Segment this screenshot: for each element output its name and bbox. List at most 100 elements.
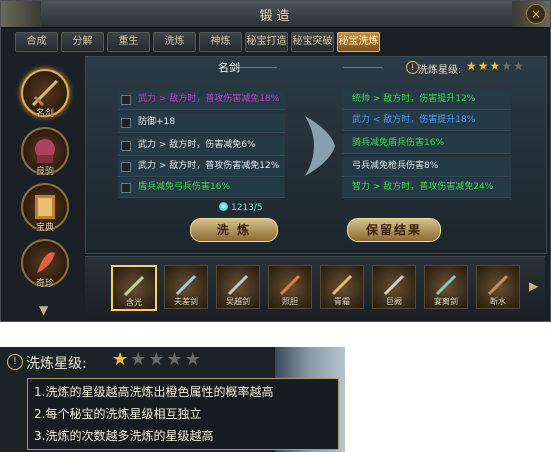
star-empty-icon: ★ <box>130 349 149 370</box>
item-label: 巨阙 <box>386 297 402 306</box>
sword-icon <box>123 275 145 297</box>
star-empty-icon: ★ <box>166 349 185 370</box>
attr-text: 武力 > 敌方时，普攻伤害减免12% <box>138 161 280 171</box>
tab-decompose[interactable]: 分解 <box>61 32 104 52</box>
attr-text: 统帅 > 敌方时，伤害提升12% <box>352 94 476 104</box>
category-sidebar: 名剑 良驹 宝典 奇珍 ▼ <box>11 61 81 321</box>
star-rating: ★★★★★ <box>466 59 525 73</box>
title-divider-left <box>237 67 277 68</box>
title-bar: 锻造 × <box>1 1 550 28</box>
right-attr-row: 统帅 > 敌方时，伤害提升12% <box>342 90 511 110</box>
attr-text: 防御+18 <box>138 117 175 127</box>
right-attr-row: 骑兵减免盾兵伤害16% <box>342 134 511 154</box>
tooltip-star-label: 洗炼星级: <box>26 356 87 372</box>
sword-icon <box>279 274 301 296</box>
window-title: 锻造 <box>259 9 294 24</box>
item-slot[interactable]: 青霜 <box>320 265 364 309</box>
tab-bar: 合成 分解 重生 洗炼 神炼 秘宝打造 秘宝突破 秘宝洗炼 <box>15 32 380 52</box>
right-attr-row: 弓兵减免枪兵伤害8% <box>342 157 511 177</box>
sword-icon <box>435 274 457 296</box>
star-filled-icon: ★ <box>477 59 490 73</box>
attr-text: 弓兵减免枪兵伤害8% <box>352 161 439 171</box>
sword-icon <box>227 274 249 296</box>
tab-treasure-breakthrough[interactable]: 秘宝突破 <box>291 32 334 52</box>
sword-icon <box>331 274 353 296</box>
sword-icon <box>487 274 509 296</box>
category-label: 宝典 <box>35 223 54 233</box>
item-slot[interactable]: 含光 <box>111 265 157 311</box>
lock-checkbox[interactable] <box>121 141 131 151</box>
attr-text: 盾兵减免弓兵伤害16% <box>138 182 231 192</box>
left-attr-row[interactable]: 武力 > 敌方时，伤害减免6% <box>118 136 285 156</box>
tooltip-text-box: 1.洗炼的星级越高洗炼出橙色属性的概率越高 2.每个秘宝的洗炼星级相互独立 3.… <box>27 378 339 450</box>
star-filled-icon: ★ <box>489 59 502 73</box>
info-icon: ! <box>7 354 23 370</box>
close-icon[interactable]: × <box>526 4 546 24</box>
item-slot[interactable]: 宴离剑 <box>424 265 468 309</box>
tab-treasure-refine[interactable]: 秘宝洗炼 <box>337 32 380 52</box>
weapon-name: 名剑 <box>218 61 240 74</box>
tooltip-star-rating: ★★★★★ <box>112 349 203 370</box>
item-label: 断水 <box>490 297 506 306</box>
tab-compose[interactable]: 合成 <box>15 32 58 52</box>
left-attr-row[interactable]: 盾兵减免弓兵伤害16% <box>118 178 285 198</box>
item-slot[interactable]: 照胆 <box>268 265 312 309</box>
right-attr-row: 武力 < 敌方时，伤害提升18% <box>342 111 511 131</box>
refine-cost: 1213/5 <box>231 203 263 213</box>
item-label: 夫差剑 <box>174 297 198 306</box>
item-slot[interactable]: 吴越剑 <box>216 265 260 309</box>
star-empty-icon: ★ <box>501 59 514 73</box>
chevron-down-icon[interactable]: ▼ <box>39 303 48 317</box>
category-label: 奇珍 <box>35 279 54 289</box>
item-label: 吴越剑 <box>226 297 250 306</box>
item-slot[interactable]: 断水 <box>476 265 520 309</box>
attr-text: 武力 < 敌方时，伤害提升18% <box>352 115 476 125</box>
item-label: 照胆 <box>282 297 298 306</box>
item-label: 宴离剑 <box>434 297 458 306</box>
tab-rebirth[interactable]: 重生 <box>107 32 150 52</box>
category-label: 良驹 <box>35 167 54 177</box>
tooltip-line: 3.洗炼的次数越多洗炼的星级越高 <box>34 429 214 443</box>
sword-icon <box>383 274 405 296</box>
right-arrow-icon <box>305 116 335 176</box>
left-attr-row[interactable]: 武力 > 敌方时，普攻伤害减免12% <box>118 157 285 177</box>
chevron-right-icon[interactable]: ▶ <box>529 279 538 293</box>
left-attr-row[interactable]: 武力 > 敌方时，普攻伤害减免18% <box>118 90 285 110</box>
tab-refine[interactable]: 洗炼 <box>153 32 196 52</box>
lock-checkbox[interactable] <box>121 162 131 172</box>
tooltip-line: 2.每个秘宝的洗炼星级相互独立 <box>34 407 202 421</box>
star-filled-icon: ★ <box>466 59 478 73</box>
item-slot[interactable]: 巨阙 <box>372 265 416 309</box>
sword-icon <box>175 274 197 296</box>
category-sword[interactable]: 名剑 <box>21 69 69 119</box>
gem-icon <box>219 202 228 211</box>
item-label: 青霜 <box>334 297 350 306</box>
lock-checkbox[interactable] <box>121 95 131 105</box>
left-attr-row[interactable]: 防御+18 <box>118 113 285 133</box>
attr-text: 骑兵减免盾兵伤害16% <box>352 138 445 148</box>
forge-window: 锻造 × 合成 分解 重生 洗炼 神炼 秘宝打造 秘宝突破 秘宝洗炼 名剑 良驹… <box>0 0 551 322</box>
category-book[interactable]: 宝典 <box>21 183 69 233</box>
star-empty-icon: ★ <box>148 349 167 370</box>
attr-text: 武力 > 敌方时，伤害减免6% <box>138 140 256 150</box>
star-label: 洗炼星级: <box>418 65 462 76</box>
lock-checkbox[interactable] <box>121 118 131 128</box>
star-filled-icon: ★ <box>112 349 131 370</box>
star-empty-icon: ★ <box>184 349 203 370</box>
tab-treasure-forge[interactable]: 秘宝打造 <box>245 32 288 52</box>
tooltip-line: 1.洗炼的星级越高洗炼出橙色属性的概率越高 <box>34 385 274 399</box>
tab-divine-refine[interactable]: 神炼 <box>199 32 242 52</box>
star-empty-icon: ★ <box>513 59 525 73</box>
lock-checkbox[interactable] <box>121 183 131 193</box>
wash-button[interactable]: 洗 炼 <box>190 218 278 242</box>
attr-text: 武力 > 敌方时，普攻伤害减免18% <box>138 94 280 104</box>
item-label: 含光 <box>126 298 142 307</box>
right-attr-row: 智力 > 敌方时，普攻伤害减免24% <box>342 178 511 198</box>
title-divider-right <box>343 67 383 68</box>
attr-text: 智力 > 敌方时，普攻伤害减免24% <box>352 182 494 192</box>
item-slot[interactable]: 夫差剑 <box>164 265 208 309</box>
category-treasure[interactable]: 奇珍 <box>21 239 69 289</box>
category-label: 名剑 <box>35 109 54 119</box>
category-horse[interactable]: 良驹 <box>21 127 69 177</box>
keep-result-button[interactable]: 保留结果 <box>347 218 441 242</box>
